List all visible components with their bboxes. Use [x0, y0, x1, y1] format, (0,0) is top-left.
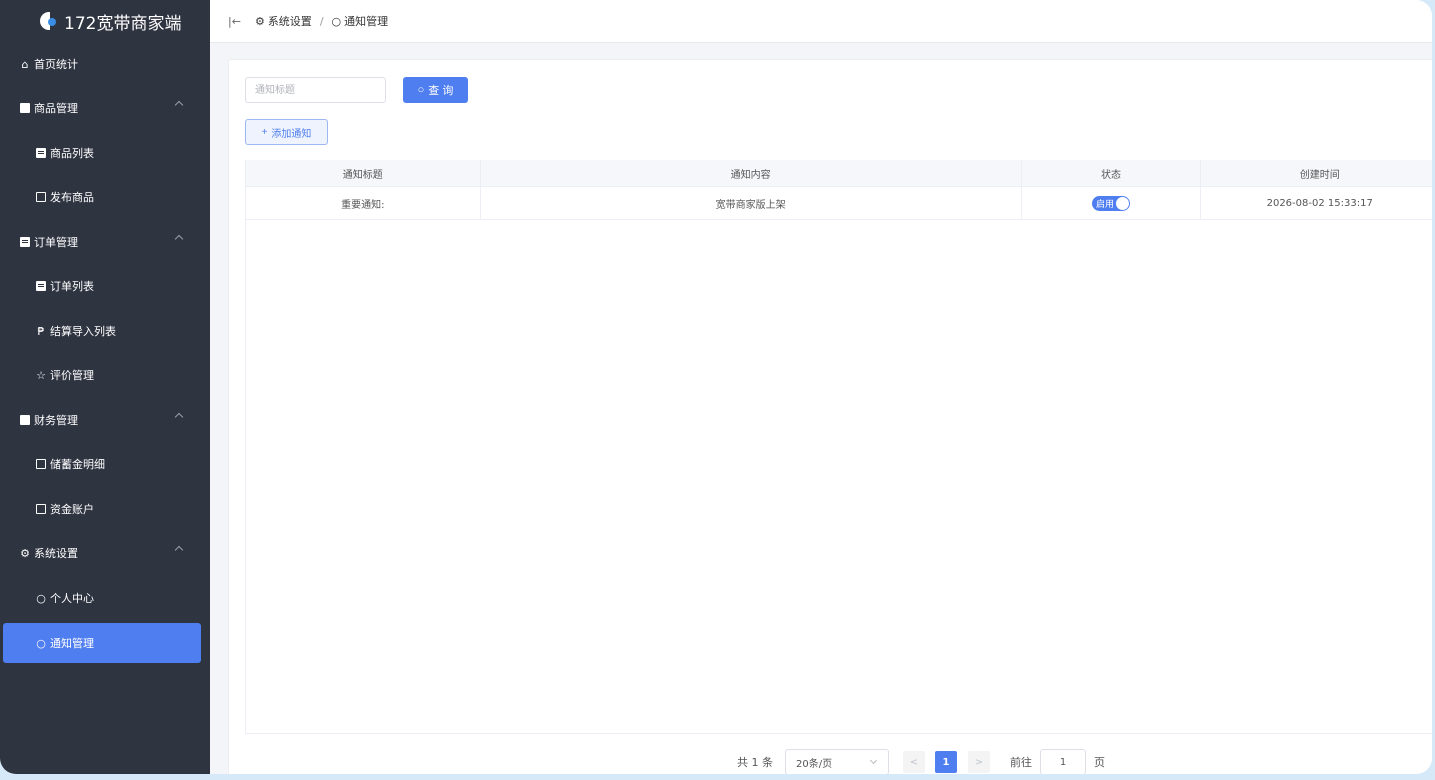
breadcrumb: ⚙ 系统设置 / ○ 通知管理: [255, 13, 388, 29]
bell-icon: ○: [36, 636, 46, 650]
home-icon: ⌂: [21, 57, 29, 71]
query-button[interactable]: ○ 查 询: [403, 77, 468, 103]
sidebar-item-label: 评价管理: [50, 369, 94, 382]
column-header: 通知内容: [481, 160, 1022, 186]
sidebar-item-label: 商品列表: [50, 147, 94, 160]
column-header: 创建时间: [1299, 169, 1340, 181]
chevron-up-icon: [174, 100, 184, 110]
sidebar-item-home[interactable]: ⌂ 首页统计: [0, 44, 210, 84]
add-notification-button[interactable]: + 添加通知: [245, 119, 328, 145]
cell-title: 重要通知:: [246, 187, 481, 219]
chevron-up-icon: [174, 545, 184, 555]
app-window: 172宽带商家端 ⌂ 首页统计 商品管理 商品列表 发布商品 订单管理 订单列表: [0, 0, 1432, 774]
list-icon: [35, 147, 47, 159]
sidebar-item-label: 个人中心: [50, 592, 94, 605]
app-title: 172宽带商家端: [64, 13, 182, 34]
status-toggle-label: 启用: [1096, 199, 1115, 210]
notification-table: 通知标题 通知内容 状态 创建时间 重要通知: 宽带商家版上架 启用 2026-…: [245, 160, 1432, 734]
content-card: ○ 查 询 + 添加通知 通知标题 通知内容 状态 创建时间 重要通知: 宽带商…: [228, 59, 1432, 774]
import-icon: ₱: [37, 324, 45, 338]
top-header: |← ⚙ 系统设置 / ○ 通知管理: [210, 0, 1432, 43]
breadcrumb-current: 通知管理: [344, 15, 389, 28]
query-button-label: 查 询: [428, 85, 454, 97]
prev-page-button[interactable]: <: [903, 751, 925, 773]
sidebar-item-profile[interactable]: ○ 个人中心: [0, 578, 210, 618]
goto-label: 前往: [1010, 756, 1032, 769]
sidebar-item-notifications[interactable]: ○ 通知管理: [3, 623, 201, 663]
column-header: 通知标题: [246, 160, 481, 186]
sidebar-group-finance[interactable]: 财务管理: [0, 400, 210, 440]
user-icon: ○: [36, 591, 46, 605]
table-header: 通知标题 通知内容 状态 创建时间: [246, 160, 1432, 187]
order-icon: [19, 236, 31, 248]
account-icon: [35, 503, 47, 515]
sidebar-item-label: 首页统计: [34, 58, 78, 71]
bell-icon: ○: [331, 14, 342, 28]
page-size-value: 20条/页: [796, 758, 833, 770]
sidebar-item-label: 通知管理: [50, 637, 94, 650]
sidebar-item-reviews[interactable]: ☆ 评价管理: [0, 355, 210, 395]
sidebar-group-settings[interactable]: ⚙ 系统设置: [0, 533, 210, 573]
cell-created: 2026-08-02 15:33:17: [1266, 197, 1373, 209]
star-icon: ☆: [36, 368, 46, 382]
chevron-down-icon: [869, 756, 878, 765]
table-row: 重要通知: 宽带商家版上架 启用 2026-08-02 15:33:17: [246, 187, 1432, 220]
sidebar-item-label: 商品管理: [34, 102, 78, 115]
sidebar-item-label: 发布商品: [50, 191, 94, 204]
status-toggle[interactable]: 启用: [1092, 195, 1131, 211]
toggle-knob: [1116, 196, 1130, 210]
next-page-button[interactable]: >: [968, 751, 990, 773]
pagination: 共 1 条 20条/页 < 1 > 前往 1 页: [737, 749, 1105, 774]
add-button-label: 添加通知: [271, 128, 312, 140]
edit-icon: [35, 191, 47, 203]
sidebar-group-orders[interactable]: 订单管理: [0, 222, 210, 262]
sidebar-item-label: 财务管理: [34, 414, 78, 427]
gear-icon: ⚙: [254, 14, 265, 28]
breadcrumb-separator: /: [319, 14, 324, 28]
finance-icon: [19, 414, 31, 426]
notification-title-input[interactable]: [245, 77, 386, 103]
page-number-button[interactable]: 1: [935, 751, 957, 773]
page-size-select[interactable]: 20条/页: [785, 749, 889, 774]
sidebar-item-label: 资金账户: [50, 503, 94, 516]
column-header: 状态: [1022, 160, 1202, 186]
cell-content: 宽带商家版上架: [481, 187, 1022, 219]
goto-suffix: 页: [1094, 756, 1105, 769]
collapse-sidebar-icon[interactable]: |←: [228, 15, 241, 28]
cell-status: 启用: [1022, 187, 1202, 219]
savings-icon: [35, 458, 47, 470]
total-count: 共 1 条: [737, 756, 773, 769]
chevron-up-icon: [174, 412, 184, 422]
sidebar-group-goods[interactable]: 商品管理: [0, 88, 210, 128]
sidebar-item-label: 订单列表: [50, 280, 94, 293]
plus-icon: +: [261, 126, 268, 138]
sidebar-item-label: 订单管理: [34, 236, 78, 249]
search-icon: ○: [417, 84, 425, 96]
chevron-up-icon: [174, 234, 184, 244]
goods-icon: [19, 102, 31, 114]
sidebar-item-savings[interactable]: 储蓄金明细: [0, 444, 210, 484]
sidebar-item-order-list[interactable]: 订单列表: [0, 266, 210, 306]
list-icon: [35, 280, 47, 292]
logo-icon: [38, 10, 58, 32]
sidebar-item-settlement-import[interactable]: ₱ 结算导入列表: [0, 311, 210, 351]
app-logo[interactable]: 172宽带商家端: [0, 0, 210, 42]
sidebar-item-label: 结算导入列表: [50, 325, 116, 338]
sidebar-item-goods-list[interactable]: 商品列表: [0, 133, 210, 173]
gear-icon: ⚙: [20, 546, 30, 560]
breadcrumb-parent[interactable]: 系统设置: [268, 13, 312, 29]
sidebar-item-label: 系统设置: [34, 547, 78, 560]
sidebar-item-fund-account[interactable]: 资金账户: [0, 489, 210, 529]
goto-page-input[interactable]: 1: [1040, 749, 1086, 774]
sidebar: 172宽带商家端 ⌂ 首页统计 商品管理 商品列表 发布商品 订单管理 订单列表: [0, 0, 210, 774]
screen-frame: 172宽带商家端 ⌂ 首页统计 商品管理 商品列表 发布商品 订单管理 订单列表: [0, 0, 1435, 780]
sidebar-item-publish-goods[interactable]: 发布商品: [0, 177, 210, 217]
sidebar-item-label: 储蓄金明细: [50, 458, 105, 471]
